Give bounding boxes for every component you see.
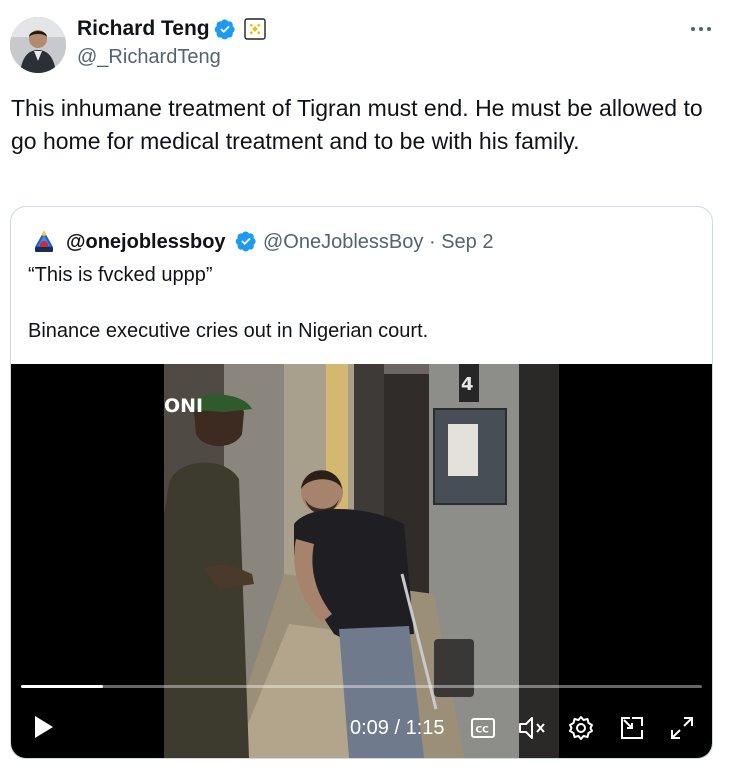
verified-badge-icon [214,19,235,40]
progress-bar[interactable] [21,685,702,688]
quoted-author-handle[interactable]: @OneJoblessBoy [263,231,423,253]
meta-separator: · [428,231,436,253]
quoted-text: “This is fvcked uppp” Binance executive … [28,261,708,373]
quoted-tweet-card[interactable]: @onejoblessboy @OneJoblessBoy · Sep 2 “T… [10,206,713,759]
binance-icon[interactable] [244,18,266,40]
play-icon[interactable] [29,713,57,741]
video-watermark: ONI [164,395,203,417]
svg-text:4: 4 [461,374,474,395]
video-time: 0:09 / 1:15 [350,717,445,739]
progress-fill [21,685,103,688]
svg-text:CC: CC [476,726,490,736]
more-icon[interactable] [688,16,714,42]
author-name[interactable]: Richard Teng [77,16,210,42]
quoted-text-line2: Binance executive cries out in Nigerian … [28,320,429,342]
video-player[interactable]: 4 ONI 0:09 / 1:15 CC [11,364,712,758]
quoted-meta: @OneJoblessBoy · Sep 2 [263,229,493,255]
fullscreen-icon[interactable] [668,714,696,742]
captions-icon[interactable]: CC [470,715,496,741]
quoted-date[interactable]: Sep 2 [441,231,493,253]
tweet-text: This inhumane treatment of Tigran must e… [11,95,703,154]
verified-badge-icon [235,231,256,252]
author-handle[interactable]: @_RichardTeng [77,44,221,70]
settings-icon[interactable] [567,714,595,742]
pip-icon[interactable] [618,714,646,742]
quoted-author-avatar[interactable] [31,229,57,255]
author-avatar[interactable] [10,17,66,73]
video-frame: 4 ONI [164,364,559,758]
quoted-text-line1: “This is fvcked uppp” [28,264,213,286]
mute-icon[interactable] [517,714,547,742]
quoted-author-name[interactable]: @onejoblessboy [66,229,226,255]
